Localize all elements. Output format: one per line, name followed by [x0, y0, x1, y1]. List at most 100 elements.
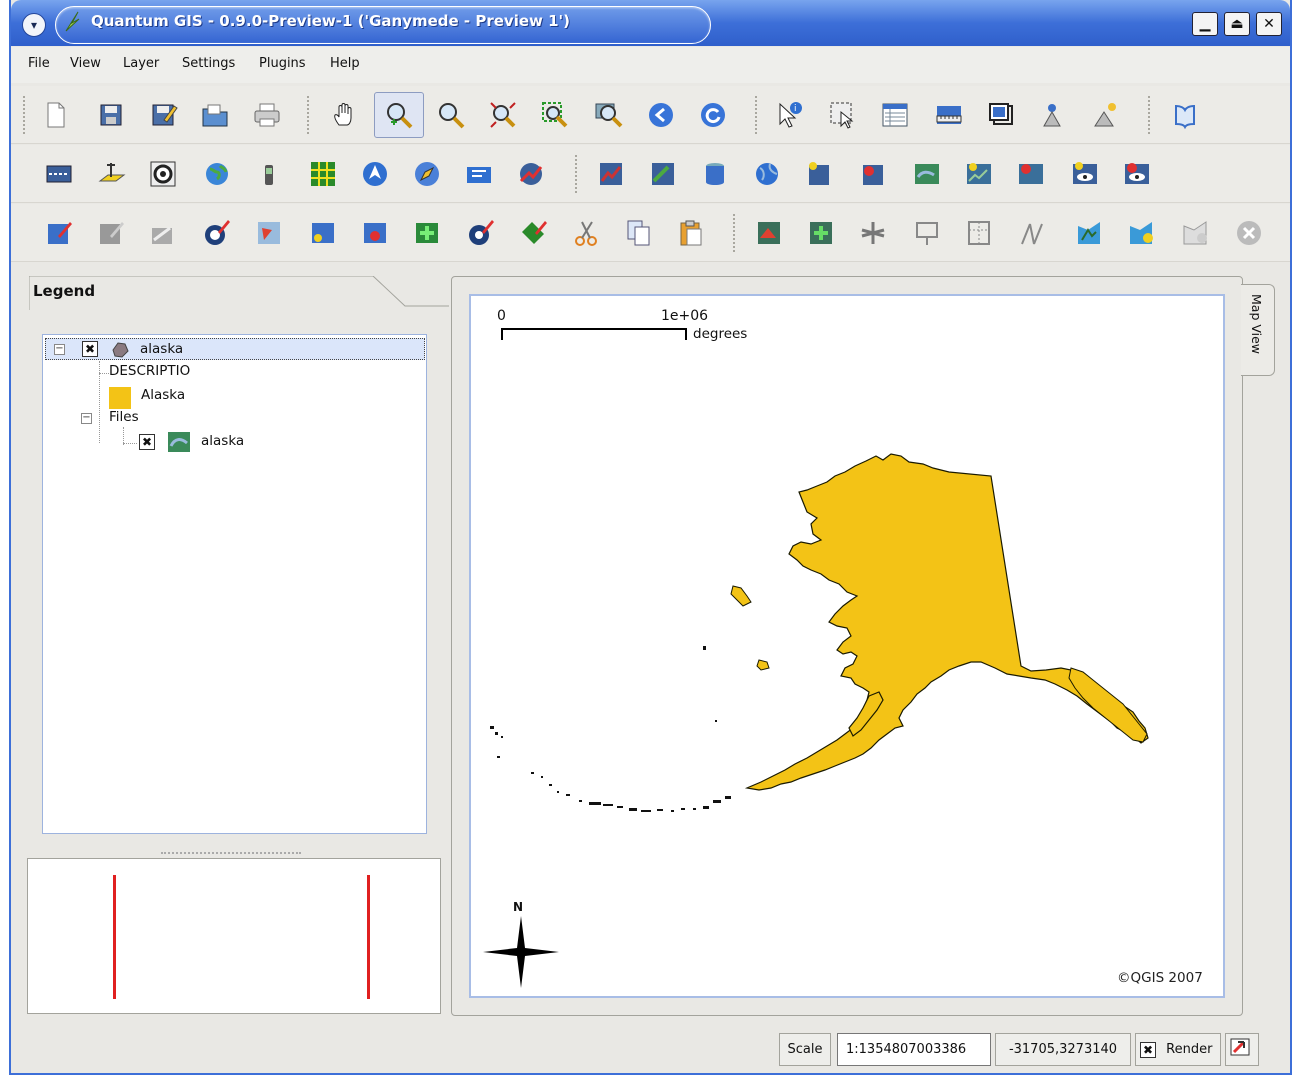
layer-row-alaska[interactable]: − ✖ alaska	[45, 338, 425, 360]
zoom-layer-icon[interactable]	[593, 99, 625, 131]
grass-open-mapset-icon[interactable]	[1073, 217, 1105, 249]
save-project-icon[interactable]	[95, 99, 127, 131]
raster-tool-icon[interactable]	[595, 158, 627, 190]
measure-area-icon[interactable]	[985, 99, 1017, 131]
toolbar-layers	[11, 145, 1290, 203]
toolbar-grip[interactable]	[733, 214, 737, 252]
legend-tree[interactable]: − ✖ alaska DESCRIPTIO Alaska − Files ✖ a…	[42, 334, 427, 834]
show-all-layers-icon[interactable]	[1069, 158, 1101, 190]
save-as-icon[interactable]	[147, 99, 179, 131]
add-to-overview-icon[interactable]	[963, 158, 995, 190]
layer-properties-icon[interactable]	[911, 158, 943, 190]
grass-edit-region-icon[interactable]	[963, 217, 995, 249]
zoom-full-icon[interactable]	[487, 99, 519, 131]
select-features-icon[interactable]	[827, 99, 859, 131]
zoom-selection-icon[interactable]	[539, 99, 571, 131]
grass-digitize-icon[interactable]	[1015, 217, 1047, 249]
legend-tab[interactable]: Legend	[29, 276, 399, 310]
new-layer-icon[interactable]	[803, 158, 835, 190]
toolbar-grip[interactable]	[575, 155, 579, 193]
file-visibility-checkbox[interactable]: ✖	[139, 434, 155, 450]
add-wms-layer-icon[interactable]	[201, 158, 233, 190]
pan-hand-icon[interactable]	[329, 99, 361, 131]
open-project-icon[interactable]	[199, 99, 231, 131]
close-button[interactable]: ✕	[1256, 12, 1282, 36]
toolbar-grip[interactable]	[1148, 96, 1152, 134]
paste-icon[interactable]	[675, 217, 707, 249]
compass-icon[interactable]	[411, 158, 443, 190]
cut-icon[interactable]	[571, 217, 603, 249]
print-icon[interactable]	[251, 99, 283, 131]
new-bookmark-icon[interactable]	[1091, 99, 1123, 131]
grass-region-icon[interactable]	[911, 217, 943, 249]
menu-layer[interactable]: Layer	[123, 56, 159, 71]
attribute-table-icon[interactable]	[879, 99, 911, 131]
menu-help[interactable]: Help	[330, 56, 360, 71]
add-gps-icon[interactable]	[253, 158, 285, 190]
move-feature-icon[interactable]	[253, 217, 285, 249]
menu-view[interactable]: View	[70, 56, 101, 71]
add-vector-layer-icon[interactable]	[43, 158, 75, 190]
delete-selected-icon[interactable]	[359, 217, 391, 249]
hide-all-layers-icon[interactable]	[1121, 158, 1153, 190]
render-toggle[interactable]: ✖ Render	[1135, 1033, 1221, 1066]
menu-file[interactable]: File	[28, 56, 50, 71]
remove-layer-icon[interactable]	[857, 158, 889, 190]
database-icon[interactable]	[699, 158, 731, 190]
remove-from-overview-icon[interactable]	[1015, 158, 1047, 190]
app-window: ▾ Quantum GIS - 0.9.0-Preview-1 ('Ganyme…	[9, 0, 1292, 1075]
grass-close-mapset-icon[interactable]	[1179, 217, 1211, 249]
move-vertex-icon[interactable]	[465, 217, 497, 249]
minimize-button[interactable]: ▁	[1192, 12, 1218, 36]
map-canvas[interactable]: 0 1e+06 degrees N ©QGIS 2007	[469, 294, 1225, 998]
zoom-in-icon[interactable]	[374, 92, 424, 138]
refresh-icon[interactable]	[697, 99, 729, 131]
toolbar-file-navigation: i	[11, 86, 1290, 144]
copy-icon[interactable]	[623, 217, 655, 249]
menu-settings[interactable]: Settings	[182, 56, 235, 71]
collapse-layer-icon[interactable]: −	[54, 344, 65, 355]
toolbar-grip[interactable]	[307, 96, 311, 134]
layer-visibility-checkbox[interactable]: ✖	[82, 341, 98, 357]
help-icon[interactable]	[1169, 99, 1201, 131]
new-project-icon[interactable]	[39, 99, 71, 131]
dock-splitter[interactable]	[161, 852, 301, 855]
raster-export-icon[interactable]	[647, 158, 679, 190]
scale-input[interactable]: 1:1354807003386	[837, 1033, 991, 1066]
add-vertex-icon[interactable]	[411, 217, 443, 249]
projection-button[interactable]	[1225, 1033, 1259, 1066]
zoom-last-icon[interactable]	[645, 99, 677, 131]
globe-plugin-icon[interactable]	[751, 158, 783, 190]
capture-point-icon[interactable]	[95, 217, 127, 249]
add-postgis-layer-icon[interactable]	[147, 158, 179, 190]
capture-line-icon[interactable]	[147, 217, 179, 249]
toggle-editing-icon[interactable]	[43, 217, 75, 249]
collapse-files-icon[interactable]: −	[81, 413, 92, 424]
split-features-icon[interactable]	[307, 217, 339, 249]
close-grass-icon[interactable]	[1233, 217, 1265, 249]
measure-line-icon[interactable]	[933, 99, 965, 131]
map-overview[interactable]	[27, 858, 441, 1014]
grass-tools-icon[interactable]	[857, 217, 889, 249]
identify-icon[interactable]: i	[773, 99, 805, 131]
plugin-raster-icon[interactable]	[753, 217, 785, 249]
delete-vertex-icon[interactable]	[517, 217, 549, 249]
plugin-raster-add-icon[interactable]	[805, 217, 837, 249]
render-label: Render	[1166, 1042, 1213, 1057]
north-arrow-icon[interactable]	[359, 158, 391, 190]
coordinates-display: -31705,3273140	[995, 1033, 1131, 1066]
window-menu-button[interactable]: ▾	[22, 13, 46, 37]
maximize-button[interactable]: ⏏	[1224, 12, 1250, 36]
render-checkbox[interactable]: ✖	[1140, 1041, 1156, 1058]
zoom-out-icon[interactable]	[435, 99, 467, 131]
add-grid-icon[interactable]	[307, 158, 339, 190]
capture-polygon-icon[interactable]	[201, 217, 233, 249]
copyright-label-icon[interactable]	[463, 158, 495, 190]
grass-new-mapset-icon[interactable]	[1125, 217, 1157, 249]
toolbar-grip[interactable]	[23, 96, 27, 134]
georeferencer-icon[interactable]	[515, 158, 547, 190]
toolbar-grip[interactable]	[755, 96, 759, 134]
menu-plugins[interactable]: Plugins	[259, 56, 306, 71]
add-raster-layer-icon[interactable]	[95, 158, 127, 190]
map-tips-icon[interactable]	[1039, 99, 1071, 131]
